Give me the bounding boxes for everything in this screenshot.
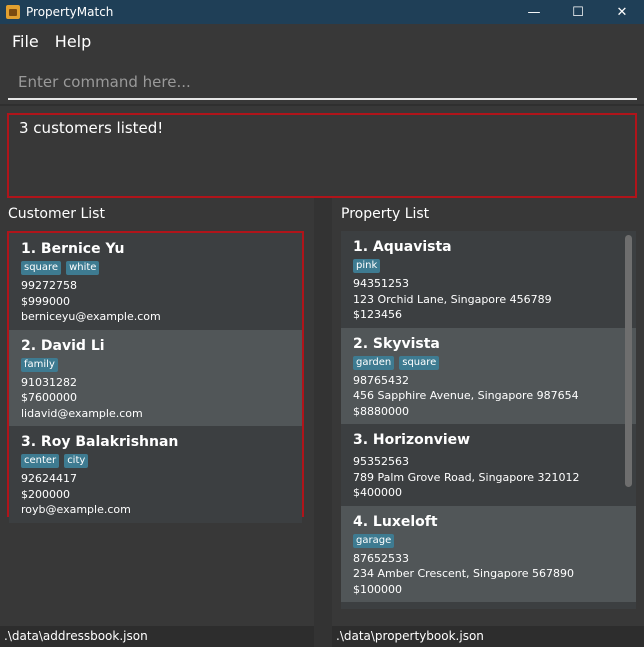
customer-email: royb@example.com bbox=[21, 503, 131, 516]
tag: garage bbox=[353, 533, 395, 548]
customer-budget: $7600000 bbox=[21, 391, 77, 404]
property-name: 1. Aquavista bbox=[353, 239, 452, 255]
property-phone: 94351253 bbox=[353, 277, 409, 290]
split-pane-divider[interactable] bbox=[314, 198, 332, 626]
result-display[interactable]: 3 customers listed! bbox=[7, 113, 637, 198]
tag: garden bbox=[353, 355, 395, 370]
customer-card[interactable]: 1. Bernice Yu square white 99272758 $999… bbox=[9, 233, 302, 330]
customer-name: 1. Bernice Yu bbox=[21, 241, 125, 257]
window-title: PropertyMatch bbox=[26, 5, 114, 19]
minimize-button[interactable]: — bbox=[512, 0, 556, 24]
tag: square bbox=[21, 261, 62, 275]
result-text: 3 customers listed! bbox=[19, 119, 164, 137]
property-price: $400000 bbox=[353, 486, 402, 499]
property-list[interactable]: 1. Aquavista pink 94351253 123 Orchid La… bbox=[341, 231, 636, 609]
customer-phone: 92624417 bbox=[21, 472, 77, 485]
property-name: 3. Horizonview bbox=[353, 432, 471, 448]
maximize-button[interactable]: ☐ bbox=[556, 0, 600, 24]
property-list-title: Property List bbox=[341, 206, 430, 222]
tag: square bbox=[399, 355, 440, 370]
menu-bar: File Help bbox=[0, 24, 644, 58]
property-card[interactable]: 2. Skyvista garden square 98765432 456 S… bbox=[341, 327, 636, 424]
property-price: $8880000 bbox=[353, 404, 409, 418]
divider bbox=[0, 104, 644, 106]
tag: pink bbox=[353, 259, 381, 273]
property-card[interactable]: 3. Horizonview 95352563 789 Palm Grove R… bbox=[341, 424, 636, 506]
tag: family bbox=[21, 357, 58, 372]
customer-budget: $200000 bbox=[21, 487, 70, 501]
customer-name: 2. David Li bbox=[21, 337, 105, 354]
app-window: PropertyMatch — ☐ ✕ File Help 3 customer… bbox=[0, 0, 644, 647]
command-area bbox=[0, 58, 644, 106]
property-address: 789 Palm Grove Road, Singapore 321012 bbox=[353, 470, 580, 484]
customer-card[interactable]: 3. Roy Balakrishnan center city 92624417… bbox=[9, 426, 302, 523]
tag: center bbox=[21, 454, 60, 468]
title-bar: PropertyMatch — ☐ ✕ bbox=[0, 0, 644, 24]
property-list-scrollbar[interactable] bbox=[625, 235, 632, 487]
command-input[interactable] bbox=[8, 66, 637, 100]
close-button[interactable]: ✕ bbox=[600, 0, 644, 24]
menu-help[interactable]: Help bbox=[47, 32, 99, 51]
menu-file[interactable]: File bbox=[4, 32, 47, 51]
customer-pane: Customer List 1. Bernice Yu square white… bbox=[0, 198, 314, 626]
property-price: $123456 bbox=[353, 308, 402, 321]
customer-list-title: Customer List bbox=[8, 206, 105, 222]
customer-phone: 91031282 bbox=[21, 375, 77, 389]
customer-email: berniceyu@example.com bbox=[21, 310, 161, 323]
property-card[interactable]: 1. Aquavista pink 94351253 123 Orchid La… bbox=[341, 231, 636, 328]
property-address: 456 Sapphire Avenue, Singapore 987654 bbox=[353, 389, 579, 402]
customer-file-path: .\data\addressbook.json bbox=[0, 626, 314, 647]
property-name: 4. Luxeloft bbox=[353, 513, 438, 530]
tag: white bbox=[66, 261, 100, 275]
customer-email: lidavid@example.com bbox=[21, 406, 143, 420]
property-address: 123 Orchid Lane, Singapore 456789 bbox=[353, 292, 552, 306]
property-pane: Property List 1. Aquavista pink 94351253… bbox=[332, 198, 644, 626]
property-address: 234 Amber Crescent, Singapore 567890 bbox=[353, 567, 575, 580]
customer-phone: 99272758 bbox=[21, 279, 77, 292]
property-phone: 98765432 bbox=[353, 373, 409, 387]
customer-name: 3. Roy Balakrishnan bbox=[21, 434, 179, 450]
property-name: 2. Skyvista bbox=[353, 335, 440, 352]
customer-budget: $999000 bbox=[21, 294, 70, 308]
property-phone: 95352563 bbox=[353, 455, 409, 468]
app-logo-icon bbox=[6, 5, 20, 19]
status-divider bbox=[314, 626, 332, 647]
property-price: $100000 bbox=[353, 582, 402, 596]
customer-card[interactable]: 2. David Li family 91031282 $7600000 lid… bbox=[9, 329, 302, 426]
property-file-path: .\data\propertybook.json bbox=[332, 626, 644, 647]
property-phone: 87652533 bbox=[353, 551, 409, 565]
property-card[interactable]: 4. Luxeloft garage 87652533 234 Amber Cr… bbox=[341, 505, 636, 602]
customer-list[interactable]: 1. Bernice Yu square white 99272758 $999… bbox=[7, 231, 304, 523]
tag: city bbox=[64, 454, 89, 468]
